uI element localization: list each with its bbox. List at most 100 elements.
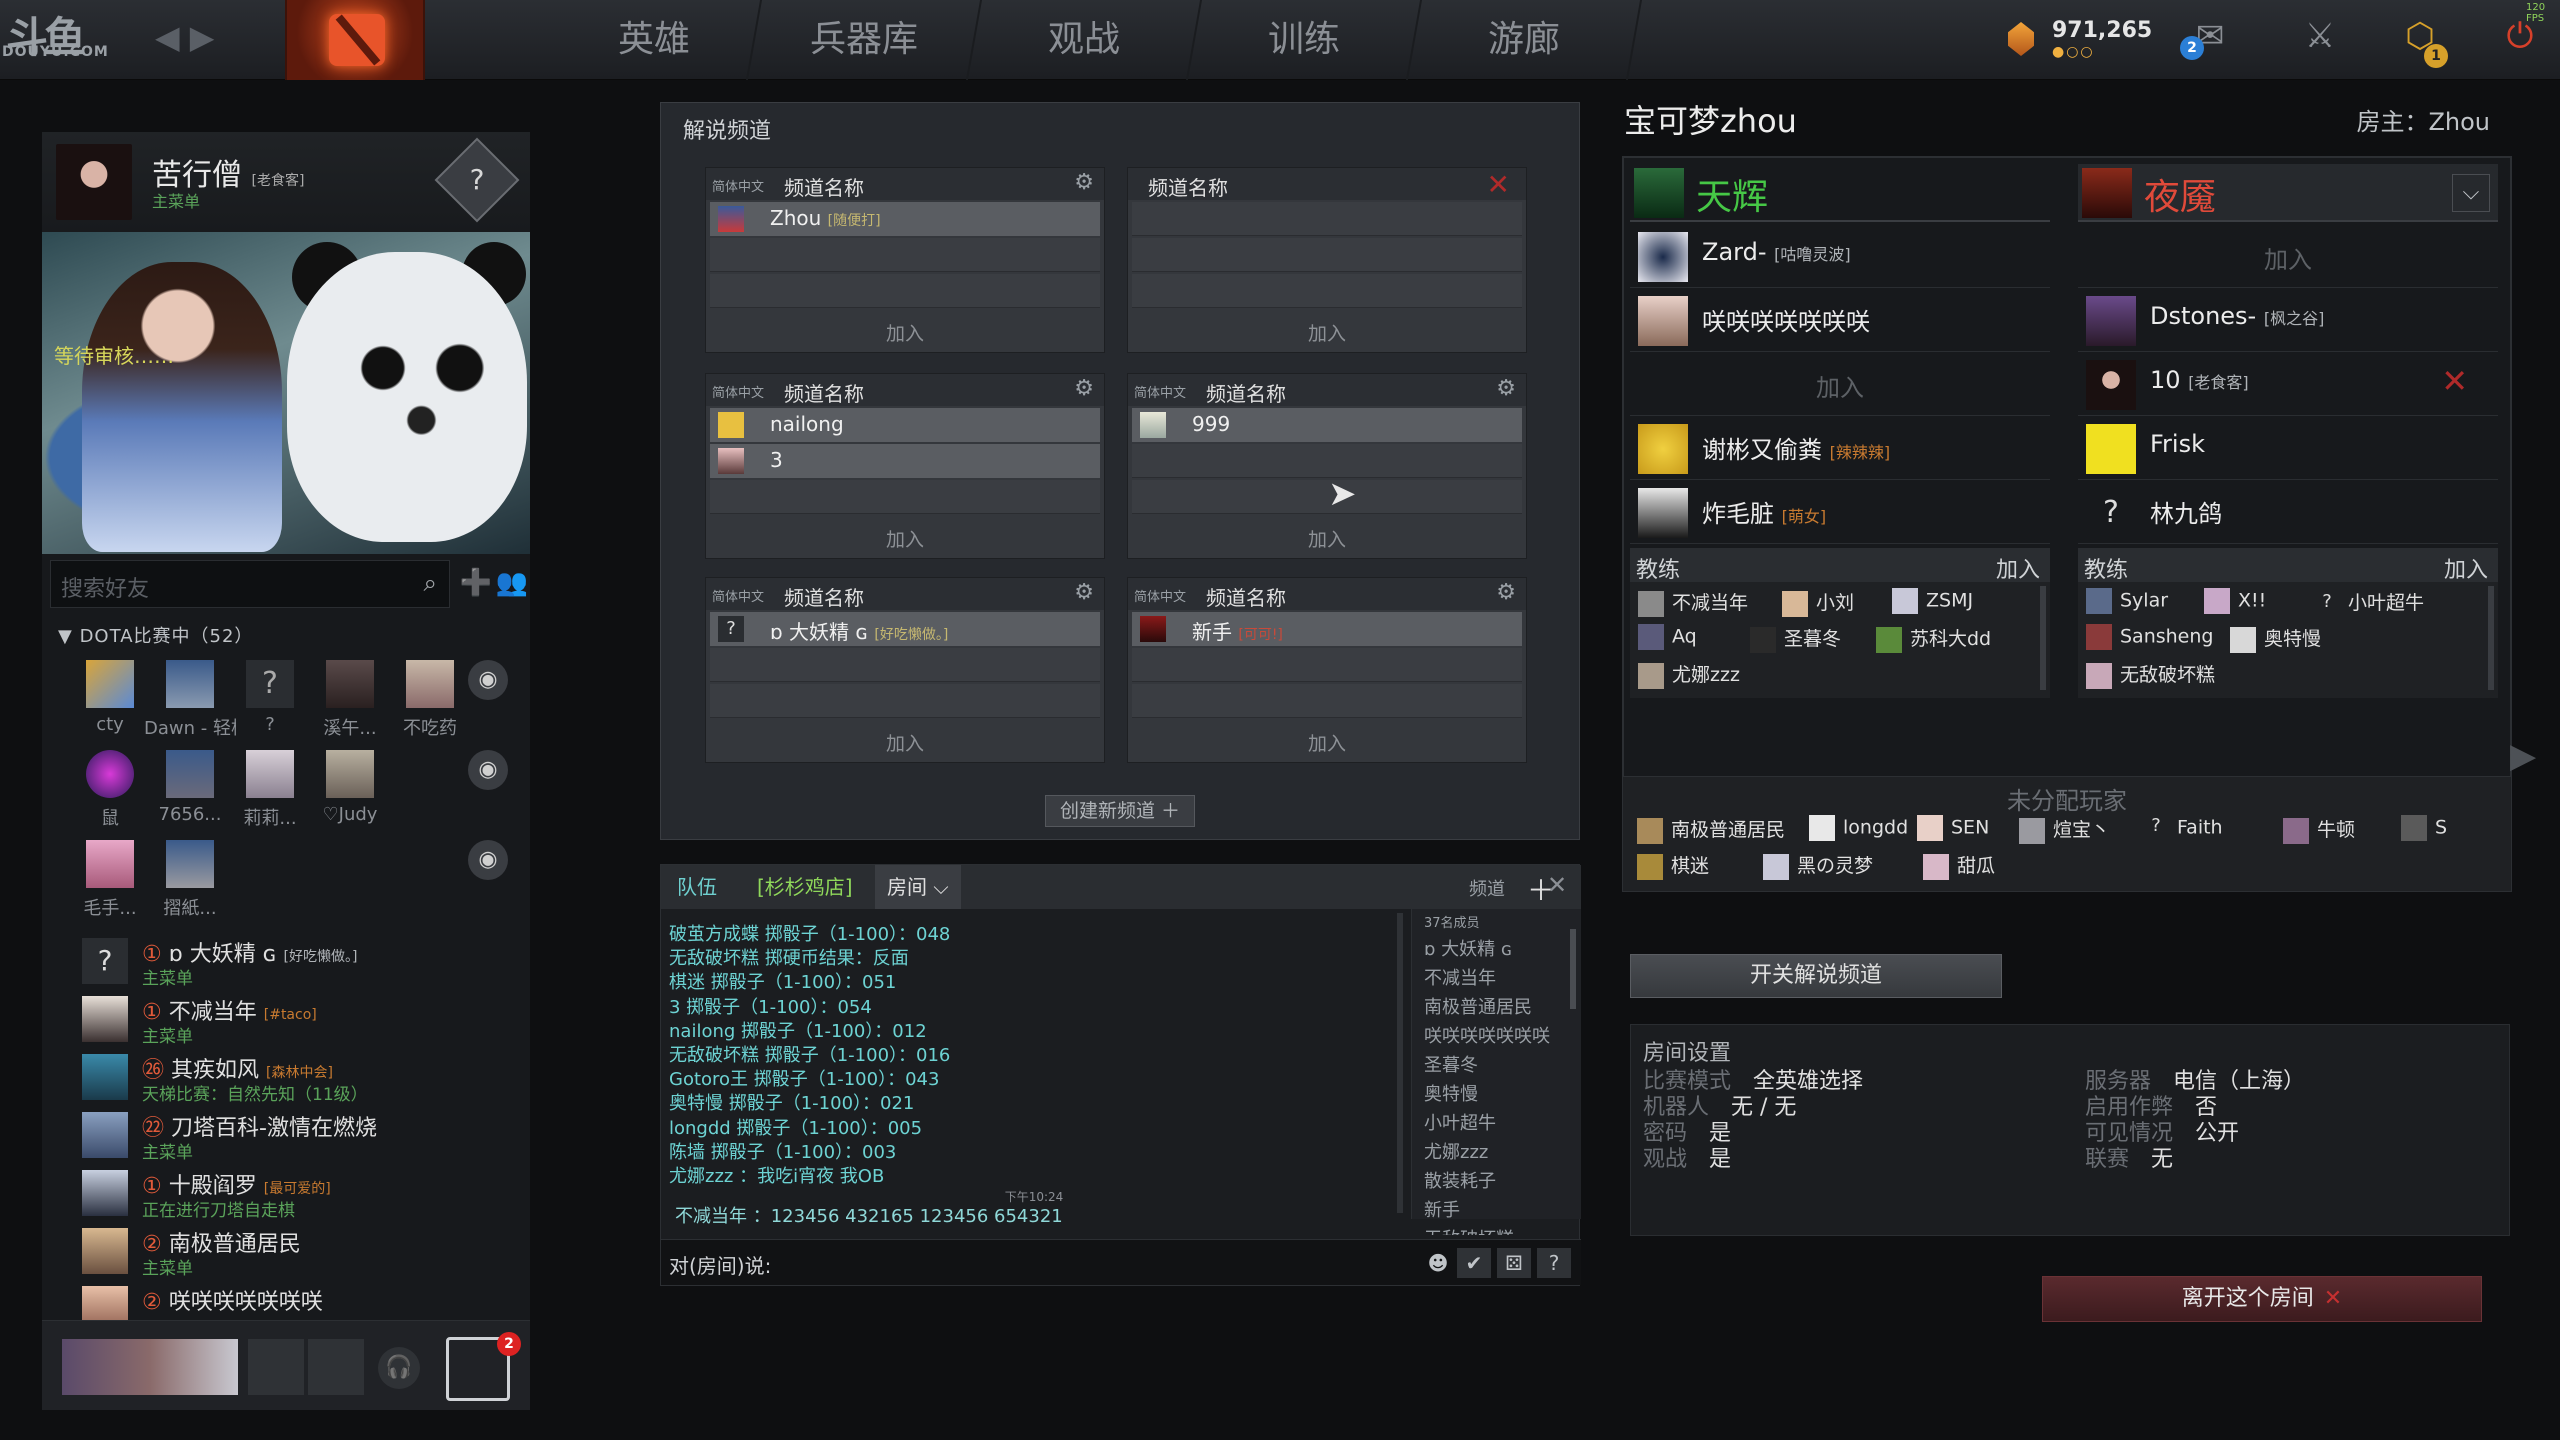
coach-member[interactable]: 小刘 [1782,588,1854,617]
friend-list-item[interactable]: ? ① ɒ 大妖精 ɢ [好吃懒做。] 主菜单 [82,932,522,990]
coach-member[interactable]: ZSMJ [1892,588,1973,614]
tab-party[interactable]: 队伍 [665,865,729,909]
unassigned-player[interactable]: 南极普通居民 [1637,815,1785,844]
unassigned-player[interactable]: 黑の灵梦 [1763,851,1873,880]
friend-list-item[interactable]: ㉒ 刀塔百科-激情在燃烧 主菜单 [82,1106,522,1164]
coach-member[interactable]: Sylar [2086,588,2168,614]
gear-icon[interactable]: ⚙ [1074,170,1094,195]
nav-tab-watch[interactable]: 观战 [967,0,1203,80]
dire-slot[interactable]: 10 [老食客] ✕ [2078,352,2498,416]
unassigned-player[interactable]: S [2401,815,2447,841]
gear-icon[interactable]: ⚙ [1074,376,1094,401]
friend-tile[interactable]: 7656... [144,750,224,836]
radiant-slot[interactable]: 谢彬又偷粪 [辣辣辣] [1630,416,2050,480]
chat-member[interactable]: 散装耗子 [1424,1167,1550,1196]
chat-member[interactable]: 奥特慢 [1424,1080,1550,1109]
unassigned-player[interactable]: longdd [1809,815,1908,841]
join-channel-button[interactable]: 加入 [706,525,1104,552]
coach-member[interactable]: ? 小叶超牛 [2314,588,2424,617]
chat-toggle-button[interactable]: 2 [446,1332,521,1401]
coach-member[interactable]: Sansheng [2086,624,2213,650]
coach-member[interactable]: X!! [2204,588,2266,614]
friend-tile[interactable]: 毛手... [64,840,144,926]
friend-list-item[interactable]: ② 南极普通居民 主菜单 [82,1222,522,1280]
join-channel-button[interactable]: 加入 [706,319,1104,346]
friend-list-item[interactable]: ① 不减当年 [#taco] 主菜单 [82,990,522,1048]
party-empty-slot[interactable] [248,1339,304,1395]
coach-scrollbar[interactable] [2040,586,2046,690]
help-badge-icon[interactable]: ? [434,137,520,223]
channel-member[interactable]: 999 [1132,408,1522,442]
channel-member[interactable]: nailong [710,408,1100,442]
party-members[interactable] [62,1339,238,1395]
dire-slot[interactable]: ? 林九鸽 [2078,480,2498,544]
chat-member[interactable]: 新手 [1424,1196,1550,1225]
join-channel-button[interactable]: 加入 [1128,319,1526,346]
nav-tab-learn[interactable]: 训练 [1187,0,1423,80]
nav-back-forward[interactable]: ◀ ▶ [155,18,235,58]
dire-slot[interactable]: Dstones- [枫之谷] [2078,288,2498,352]
join-coach-button[interactable]: 加入 [2444,552,2488,584]
gear-icon[interactable]: ⚙ [1496,376,1516,401]
headset-icon[interactable]: 🎧 [378,1347,420,1389]
join-channel-button[interactable]: 加入 [1128,729,1526,756]
radiant-slot-empty[interactable]: 加入 [1630,352,2050,416]
chat-scrollbar[interactable] [1397,913,1403,1213]
emoji-icon[interactable]: ☻ [1421,1248,1455,1278]
coach-member[interactable]: 无敌破坏糕 [2086,660,2215,689]
unassigned-player[interactable]: 棋迷 [1637,851,1709,880]
friend-tile[interactable]: cty [64,660,144,746]
chat-member[interactable]: ɒ 大妖精 ɢ [1424,935,1550,964]
shop-icon[interactable]: ⬡ 1 [2390,16,2450,68]
friend-tile[interactable]: 鼠 [64,750,144,836]
chat-input[interactable]: 对(房间)说: ☻ ✔ ⚄ ? [661,1239,1581,1285]
unassigned-player[interactable]: ? Faith [2143,815,2223,841]
spectate-eye-icon[interactable]: ◉ [468,840,508,880]
friend-tile[interactable]: ♡Judy [304,750,384,836]
chat-member[interactable]: 不减当年 [1424,964,1550,993]
mail-icon[interactable]: ✉ 2 [2180,16,2240,66]
coach-member[interactable]: 奥特慢 [2230,624,2321,653]
close-icon[interactable]: ✕ [1487,168,1510,201]
radiant-slot[interactable]: 炸毛脏 [萌女] [1630,480,2050,544]
coach-member[interactable]: 圣暮冬 [1750,624,1841,653]
friend-tile[interactable]: 溪午... [304,660,384,746]
channel-member[interactable]: 新手 [可可!] [1132,612,1522,646]
friend-tile[interactable]: 摺紙... [144,840,224,926]
armory-icon[interactable]: ⚔ [2290,16,2350,66]
tab-guild[interactable]: [杉杉鸡店] [745,865,865,909]
radiant-slot[interactable]: Zard- [咕噜灵波] [1630,224,2050,288]
coach-member[interactable]: 尤娜zzz [1638,660,1740,689]
spectate-eye-icon[interactable]: ◉ [468,750,508,790]
channel-member[interactable]: Zhou [随便打] [710,202,1100,236]
coach-member[interactable]: 不减当年 [1638,588,1748,617]
radiant-slot[interactable]: 咲咲咲咲咲咲咲 [1630,288,2050,352]
unassigned-player[interactable]: SEN [1917,815,1989,841]
add-friend-icon[interactable]: ➕ [458,568,494,604]
dice-icon[interactable]: ⚄ [1497,1248,1531,1278]
friend-search-input[interactable]: 搜索好友 ⌕ [50,560,450,608]
chat-member[interactable]: 尤娜zzz [1424,1138,1550,1167]
friend-list-item[interactable]: ㉖ 其疾如风 [森林中会] 天梯比赛：自然先知（11级） [82,1048,522,1106]
group-header-dota[interactable]: ▼ DOTA比赛中（52） [58,622,253,648]
gear-icon[interactable]: ⚙ [1074,580,1094,605]
friend-list-item[interactable]: ② 咲咲咲咲咲咲咲 [82,1280,522,1320]
friend-group-icon[interactable]: 👥 [494,568,530,604]
member-scrollbar[interactable] [1570,929,1576,1009]
shards-counter[interactable]: 971,265 ●○○ [2000,14,2190,64]
check-icon[interactable]: ✔ [1457,1248,1491,1278]
nav-tab-arcade[interactable]: 游廊 [1407,0,1643,80]
coach-member[interactable]: 苏科大dd [1876,624,1991,653]
spectate-eye-icon[interactable]: ◉ [468,660,508,700]
help-icon[interactable]: ? [1537,1248,1571,1278]
channel-member[interactable]: ? ɒ 大妖精 ɢ [好吃懒做。] [710,612,1100,646]
friend-tile[interactable]: Dawn - 轻松... [144,660,236,746]
friend-tile[interactable]: 不吃药 [384,660,464,746]
channel-label[interactable]: 频道 [1469,875,1505,901]
unassigned-player[interactable]: 牛顿 [2283,815,2355,844]
profile-header[interactable]: 苦行僧 [老食客] 主菜单 ? [42,132,530,232]
nav-tab-heroes[interactable]: 英雄 [547,0,763,80]
friend-tile[interactable]: 莉莉... [224,750,304,836]
leave-lobby-button[interactable]: 离开这个房间 ✕ [2042,1276,2482,1322]
chat-member[interactable]: 无敌破坏糕 [1424,1225,1550,1235]
